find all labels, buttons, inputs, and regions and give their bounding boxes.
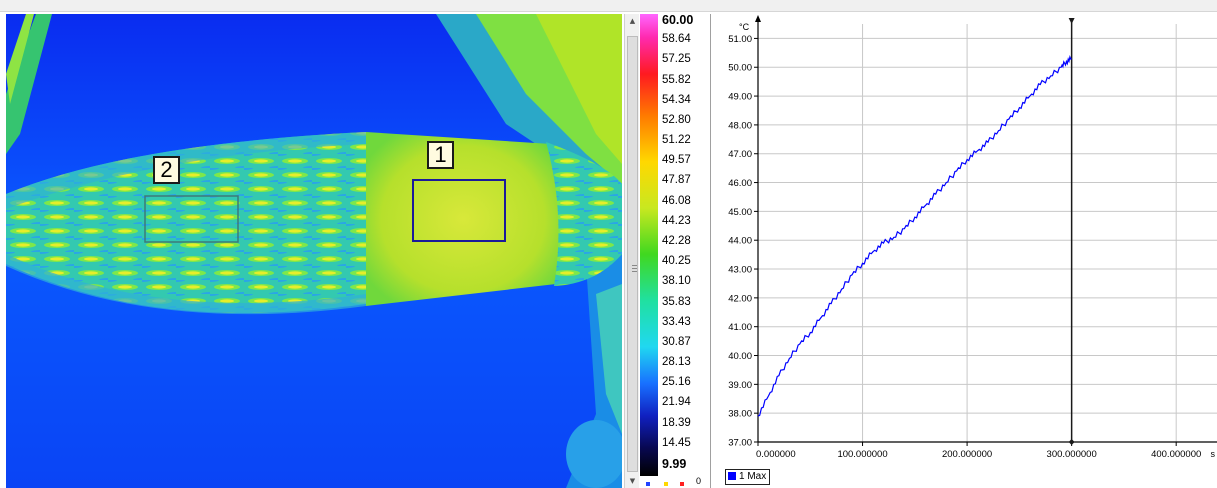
color-scale-label: 52.80 bbox=[662, 113, 691, 126]
color-scale-label: 57.25 bbox=[662, 53, 691, 66]
swatch-count: 0 bbox=[696, 476, 702, 486]
color-scale-label: 21.94 bbox=[662, 396, 691, 409]
vertical-scrollbar[interactable]: ▲ ▼ bbox=[624, 14, 639, 488]
y-tick-label: 40.00 bbox=[728, 351, 752, 362]
yellow-swatch-icon bbox=[664, 482, 668, 486]
y-tick-label: 47.00 bbox=[728, 149, 752, 160]
color-scale-label: 40.25 bbox=[662, 255, 691, 268]
color-scale-label: 55.82 bbox=[662, 73, 691, 86]
color-scale-label: 25.16 bbox=[662, 376, 691, 389]
x-tick-label: 200.000000 bbox=[942, 449, 992, 460]
palette-swatch-row: 0 bbox=[640, 476, 710, 488]
y-tick-label: 46.00 bbox=[728, 178, 752, 189]
thermal-image-view[interactable]: 2 1 bbox=[6, 14, 622, 488]
roi-2-label[interactable]: 2 bbox=[153, 156, 180, 184]
color-scale-label: 54.34 bbox=[662, 93, 691, 106]
color-palette-bar bbox=[640, 14, 658, 476]
blue-swatch-icon bbox=[646, 482, 650, 486]
color-scale-label: 46.08 bbox=[662, 194, 691, 207]
color-scale-label: 30.87 bbox=[662, 335, 691, 348]
color-scale-label: 28.13 bbox=[662, 356, 691, 369]
color-scale-label: 9.99 bbox=[662, 457, 687, 471]
series-line-1-max bbox=[757, 55, 1072, 417]
y-tick-label: 48.00 bbox=[728, 120, 752, 131]
y-tick-label: 37.00 bbox=[728, 438, 752, 449]
legend-series-swatch bbox=[728, 472, 736, 480]
cursor-top-marker-icon bbox=[1068, 18, 1075, 24]
y-tick-label: 39.00 bbox=[728, 380, 752, 391]
color-scale-label: 35.83 bbox=[662, 295, 691, 308]
color-scale-label: 38.10 bbox=[662, 275, 691, 288]
color-scale-label: 51.22 bbox=[662, 134, 691, 147]
scroll-up-arrow-icon[interactable]: ▲ bbox=[625, 14, 640, 28]
scrollbar-thumb[interactable] bbox=[627, 36, 638, 472]
toolbar-strip bbox=[0, 0, 1217, 12]
roi-1-label[interactable]: 1 bbox=[427, 141, 454, 169]
x-axis-unit-label: s bbox=[1211, 449, 1216, 459]
scroll-down-arrow-icon[interactable]: ▼ bbox=[625, 474, 640, 488]
color-scale-label: 49.57 bbox=[662, 154, 691, 167]
y-tick-label: 51.00 bbox=[728, 34, 752, 45]
y-tick-label: 42.00 bbox=[728, 293, 752, 304]
x-tick-label: 300.000000 bbox=[1047, 449, 1097, 460]
color-scale-label: 42.28 bbox=[662, 235, 691, 247]
color-scale-label: 47.87 bbox=[662, 174, 691, 187]
x-tick-label: 0.000000 bbox=[756, 449, 796, 460]
color-scale-label: 33.43 bbox=[662, 315, 691, 328]
temperature-chart-panel[interactable]: 37.00 38.00 39.00 40.00 41.00 42.00 43.00 44.00… bbox=[710, 14, 1217, 488]
thermal-image bbox=[6, 14, 622, 488]
y-tick-label: 45.00 bbox=[728, 207, 752, 218]
y-tick-label: 43.00 bbox=[728, 265, 752, 276]
y-tick-label: 44.00 bbox=[728, 236, 752, 247]
color-scale-label: 14.45 bbox=[662, 436, 691, 449]
color-scale-label: 44.23 bbox=[662, 214, 691, 227]
chart-legend[interactable]: 1 Max bbox=[725, 469, 771, 485]
color-scale-labels: 60.00 58.64 57.25 55.82 54.34 52.80 51.22 49.57… bbox=[660, 13, 706, 476]
y-tick-label: 41.00 bbox=[728, 322, 752, 333]
y-axis-arrow-icon bbox=[755, 15, 761, 22]
color-scale-label: 18.39 bbox=[662, 416, 691, 429]
cursor-bottom-marker-icon bbox=[1068, 439, 1075, 445]
temperature-line-chart[interactable]: 37.00 38.00 39.00 40.00 41.00 42.00 43.00 44.00… bbox=[711, 14, 1217, 488]
x-tick-label: 100.000000 bbox=[837, 449, 887, 460]
y-axis-unit-label: °C bbox=[739, 22, 750, 32]
thermal-analysis-window: 2 1 ▲ ▼ 60.00 58.64 57.25 55.82 54.34 52… bbox=[0, 0, 1217, 488]
y-tick-label: 50.00 bbox=[728, 63, 752, 74]
y-tick-label: 49.00 bbox=[728, 92, 752, 103]
color-scale-label: 60.00 bbox=[662, 13, 694, 27]
y-tick-label: 38.00 bbox=[728, 409, 752, 420]
x-tick-label: 400.000000 bbox=[1151, 449, 1201, 460]
legend-series-label: 1 Max bbox=[739, 471, 767, 482]
red-swatch-icon bbox=[680, 482, 684, 486]
color-scale-label: 58.64 bbox=[662, 33, 691, 46]
